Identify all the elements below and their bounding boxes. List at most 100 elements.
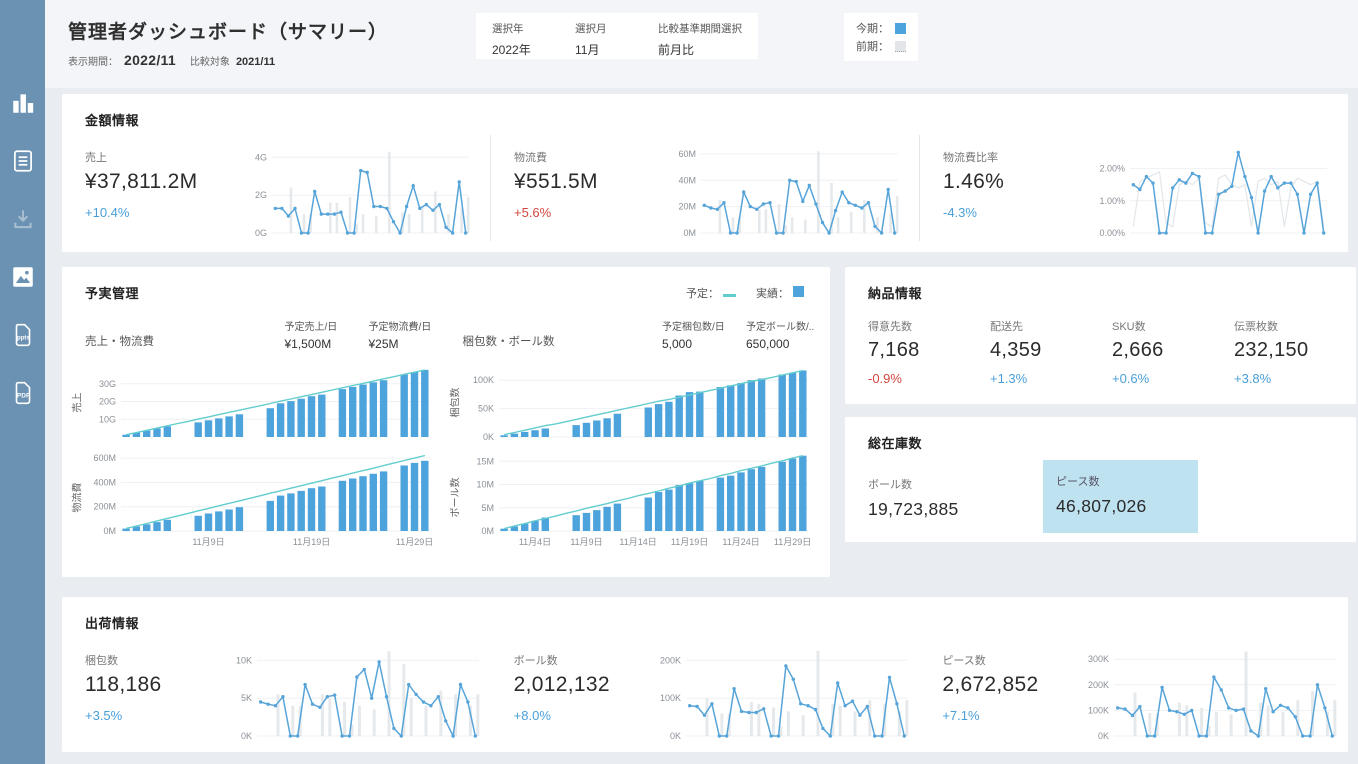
svg-text:0M: 0M <box>683 228 696 238</box>
logistics-cumulative-chart[interactable]: 600M 400M 200M 0M 11月9日 11月19日 11月29日 <box>84 445 436 549</box>
shipping-pieces-group: ピース数 2,672,852 +7.1% 300K 200K 100K 0K <box>919 638 1348 744</box>
sales-sparkline-chart[interactable]: 4G 2G 0G <box>235 139 475 241</box>
svg-text:11月19日: 11月19日 <box>671 537 708 547</box>
svg-text:11月29日: 11月29日 <box>774 537 811 547</box>
customers-kpi: 得意先数 7,168 -0.9% <box>868 321 920 386</box>
shipping-packages-sparkline-chart[interactable]: 10K 5K 0K <box>220 642 485 744</box>
svg-text:0K: 0K <box>670 731 681 741</box>
planned-balls-per-day: 予定ボール数/.. 650,000 <box>746 322 815 351</box>
shipping-balls-sparkline-chart[interactable]: 200K 100K 0K <box>649 642 914 744</box>
packages-cumulative-row: 梱包数 100K 50K 0K <box>446 359 824 445</box>
svg-text:10G: 10G <box>99 414 116 424</box>
stock-pieces-kpi: ピース数 46,807,026 <box>1043 460 1198 533</box>
sales-kpi-value: ¥37,811.2M <box>85 170 198 193</box>
stock-kpi-row: ボール数 19,723,885 ピース数 46,807,026 <box>845 452 1356 533</box>
month-selector-label: 選択月 <box>575 23 607 35</box>
shipping-balls-kpi: ボール数 2,012,132 +8.0% <box>513 655 610 723</box>
svg-text:11月24日: 11月24日 <box>722 537 759 547</box>
sidebar-item-report[interactable] <box>7 146 39 178</box>
legend-previous: 前期： <box>856 38 906 54</box>
svg-text:4G: 4G <box>255 152 267 162</box>
destinations-kpi: 配送先 4,359 +1.3% <box>990 321 1042 386</box>
svg-text:5M: 5M <box>481 503 494 513</box>
plan-legend-actual: 実績： <box>756 285 804 301</box>
svg-text:300K: 300K <box>1088 654 1109 664</box>
svg-text:11月9日: 11月9日 <box>192 537 224 547</box>
svg-text:10K: 10K <box>236 655 252 665</box>
sidebar-item-dashboard[interactable] <box>7 88 39 120</box>
svg-text:20M: 20M <box>678 202 696 212</box>
svg-text:2.00%: 2.00% <box>1099 164 1125 174</box>
sales-axis-label: 売上 <box>72 392 84 412</box>
slips-kpi: 伝票枚数 232,150 +3.8% <box>1234 321 1309 386</box>
logistics-cost-kpi-delta: +5.6% <box>514 205 552 220</box>
middle-row: 予実管理 予定： 実績： 売上・物流費 予定売上/日 ¥1,500M 予定物流費… <box>62 267 1356 577</box>
svg-text:200K: 200K <box>660 655 681 665</box>
sales-kpi-group: 売上 ¥37,811.2M +10.4% 4G 2G 0G <box>62 135 490 241</box>
compare-basis-selector[interactable]: 比較基準期間選択 前月比 <box>658 21 742 57</box>
current-period-swatch <box>895 22 906 34</box>
svg-text:ppts: ppts <box>17 335 30 341</box>
month-selector[interactable]: 選択月 11月 <box>575 21 630 57</box>
period-line: 表示期間： 2022/11 比較対象 2021/11 <box>68 52 428 68</box>
svg-text:11月14日: 11月14日 <box>619 537 656 547</box>
logistics-ratio-sparkline-chart[interactable]: 2.00% 1.00% 0.00% <box>1093 139 1333 241</box>
delivery-section-title: 納品情報 <box>868 286 923 301</box>
balls-cumulative-chart[interactable]: 15M 10M 5M 0M 11月4日 11月9日 11月14日 11月19日 11月24日 11… <box>462 445 814 549</box>
logistics-cumulative-row: 物流費 600M 400M 200M 0M 11月9日 11月19日 11月29日 <box>68 445 446 549</box>
packages-cumulative-chart[interactable]: 100K 50K 0K <box>462 359 814 445</box>
svg-text:100K: 100K <box>660 693 681 703</box>
compare-label: 比較対象 <box>189 57 230 68</box>
logistics-cost-kpi-group: 物流費 ¥551.5M +5.6% 60M 40M 20M 0M <box>490 135 919 241</box>
bar-chart-icon <box>10 90 36 119</box>
balls-axis-label: ボール数 <box>450 477 462 517</box>
plan-right-charts: 梱包数 100K 50K 0K ボール数 15M 10M 5M 0M 11月4日 11月9日 1… <box>446 359 824 549</box>
main-area: 管理者ダッシュボード（サマリー） 表示期間： 2022/11 比較対象 2021… <box>45 0 1358 752</box>
svg-text:11月4日: 11月4日 <box>519 537 551 547</box>
stock-section-title: 総在庫数 <box>868 436 923 451</box>
plan-right-head: 梱包数・ボール数 予定梱包数/日 5,000 予定ボール数/.. 650,000 <box>463 318 831 351</box>
amount-section: 金額情報 売上 ¥37,811.2M +10.4% 4G 2G 0G 物流費 ¥55… <box>62 94 1348 252</box>
previous-period-swatch <box>895 40 906 52</box>
topbar: 管理者ダッシュボード（サマリー） 表示期間： 2022/11 比較対象 2021… <box>45 0 1358 88</box>
shipping-pieces-sparkline-chart[interactable]: 300K 200K 100K 0K <box>1077 642 1342 744</box>
year-selector[interactable]: 選択年 2022年 <box>492 21 547 57</box>
logistics-ratio-kpi-group: 物流費比率 1.46% -4.3% 2.00% 1.00% 0.00% <box>919 135 1348 241</box>
delivery-section: 納品情報 得意先数 7,168 -0.9% 配送先 4,359 +1.3% SK… <box>845 267 1356 404</box>
logistics-cost-sparkline-chart[interactable]: 60M 40M 20M 0M <box>664 139 904 241</box>
sidebar-item-pptx-export[interactable]: ppts <box>7 320 39 352</box>
svg-text:PDF: PDF <box>16 392 29 399</box>
logistics-cost-kpi-value: ¥551.5M <box>514 170 598 193</box>
sales-cumulative-chart[interactable]: 30G 20G 10G <box>84 359 436 445</box>
delivery-kpi-row: 得意先数 7,168 -0.9% 配送先 4,359 +1.3% SKU数 2,… <box>845 302 1356 386</box>
svg-text:2G: 2G <box>255 190 267 200</box>
stock-section: 総在庫数 ボール数 19,723,885 ピース数 46,807,026 <box>845 417 1356 542</box>
plan-right-title: 梱包数・ボール数 <box>462 336 555 348</box>
balls-cumulative-row: ボール数 15M 10M 5M 0M 11月4日 11月9日 11月14日 11月19日 11月… <box>446 445 824 549</box>
plan-left-charts: 売上 30G 20G 10G 物流費 600M 400M 200M 0M 11月9日 11月1… <box>68 359 446 549</box>
image-icon <box>10 264 36 293</box>
svg-text:0M: 0M <box>103 526 116 536</box>
sidebar-item-pdf-export[interactable]: PDF <box>7 378 39 410</box>
logistics-ratio-kpi-label: 物流費比率 <box>943 152 998 164</box>
title-block: 管理者ダッシュボード（サマリー） 表示期間： 2022/11 比較対象 2021… <box>68 13 428 68</box>
page-title: 管理者ダッシュボード（サマリー） <box>68 22 389 43</box>
shipping-pieces-kpi: ピース数 2,672,852 +7.1% <box>942 655 1039 723</box>
period-legend: 今期： 前期： <box>844 13 918 61</box>
logistics-ratio-kpi-value: 1.46% <box>943 170 1005 193</box>
svg-text:60M: 60M <box>678 149 696 159</box>
sales-kpi: 売上 ¥37,811.2M +10.4% <box>85 135 235 220</box>
sidebar-item-image-export[interactable] <box>7 262 39 294</box>
svg-text:400M: 400M <box>93 477 116 487</box>
svg-text:0G: 0G <box>255 228 267 238</box>
sidebar-item-download[interactable] <box>7 204 39 236</box>
logistics-ratio-kpi-delta: -4.3% <box>943 205 977 220</box>
svg-text:11月29日: 11月29日 <box>396 537 433 547</box>
svg-text:100K: 100K <box>473 375 494 385</box>
shipping-section-title: 出荷情報 <box>85 616 140 631</box>
month-selector-value: 11月 <box>575 43 600 57</box>
svg-text:5K: 5K <box>241 693 252 703</box>
svg-text:100K: 100K <box>1088 705 1109 715</box>
svg-text:0M: 0M <box>481 526 494 536</box>
download-icon <box>10 206 36 235</box>
